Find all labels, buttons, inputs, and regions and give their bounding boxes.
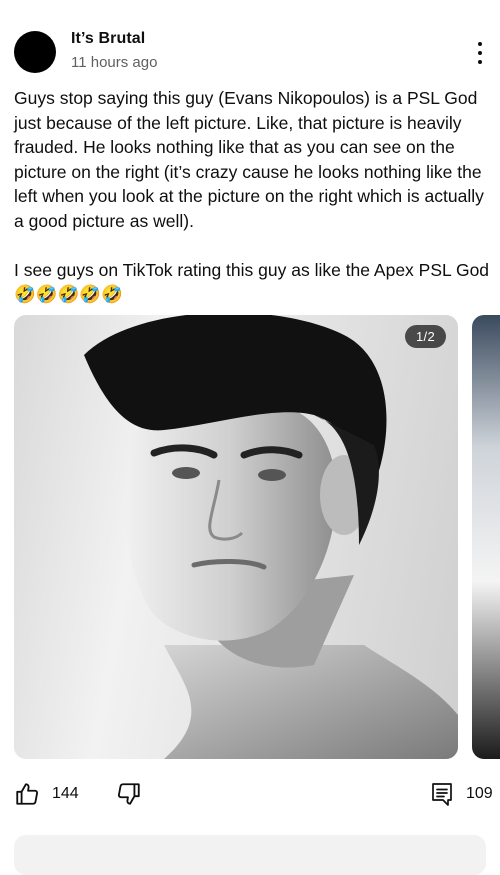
post-body: Guys stop saying this guy (Evans Nikopou… (14, 86, 490, 307)
carousel-image[interactable]: 1/2 (14, 315, 458, 759)
post-timestamp: 11 hours ago (71, 54, 158, 71)
comments-button[interactable]: 109 (418, 776, 493, 812)
author-name[interactable]: It’s Brutal (71, 30, 145, 48)
post-paragraph: Guys stop saying this guy (Evans Nikopou… (14, 88, 484, 231)
next-post-card[interactable] (14, 835, 486, 875)
like-button[interactable]: 144 (14, 776, 79, 812)
image-counter: 1/2 (405, 325, 446, 348)
dislike-button[interactable] (116, 776, 142, 812)
post-header: It’s Brutal 11 hours ago (0, 0, 500, 80)
post-paragraph: I see guys on TikTok rating this guy as … (14, 259, 490, 305)
image-carousel[interactable]: 1/2 (14, 315, 500, 759)
thumbs-down-icon (116, 781, 142, 807)
post-actions: 144 109 (0, 776, 500, 816)
more-vertical-icon[interactable] (468, 38, 492, 68)
thumbs-up-icon (14, 781, 40, 807)
carousel-next-image[interactable] (472, 315, 500, 759)
comment-icon (430, 781, 454, 807)
like-count: 144 (52, 785, 79, 802)
comment-count: 109 (466, 785, 493, 802)
avatar[interactable] (14, 31, 56, 73)
